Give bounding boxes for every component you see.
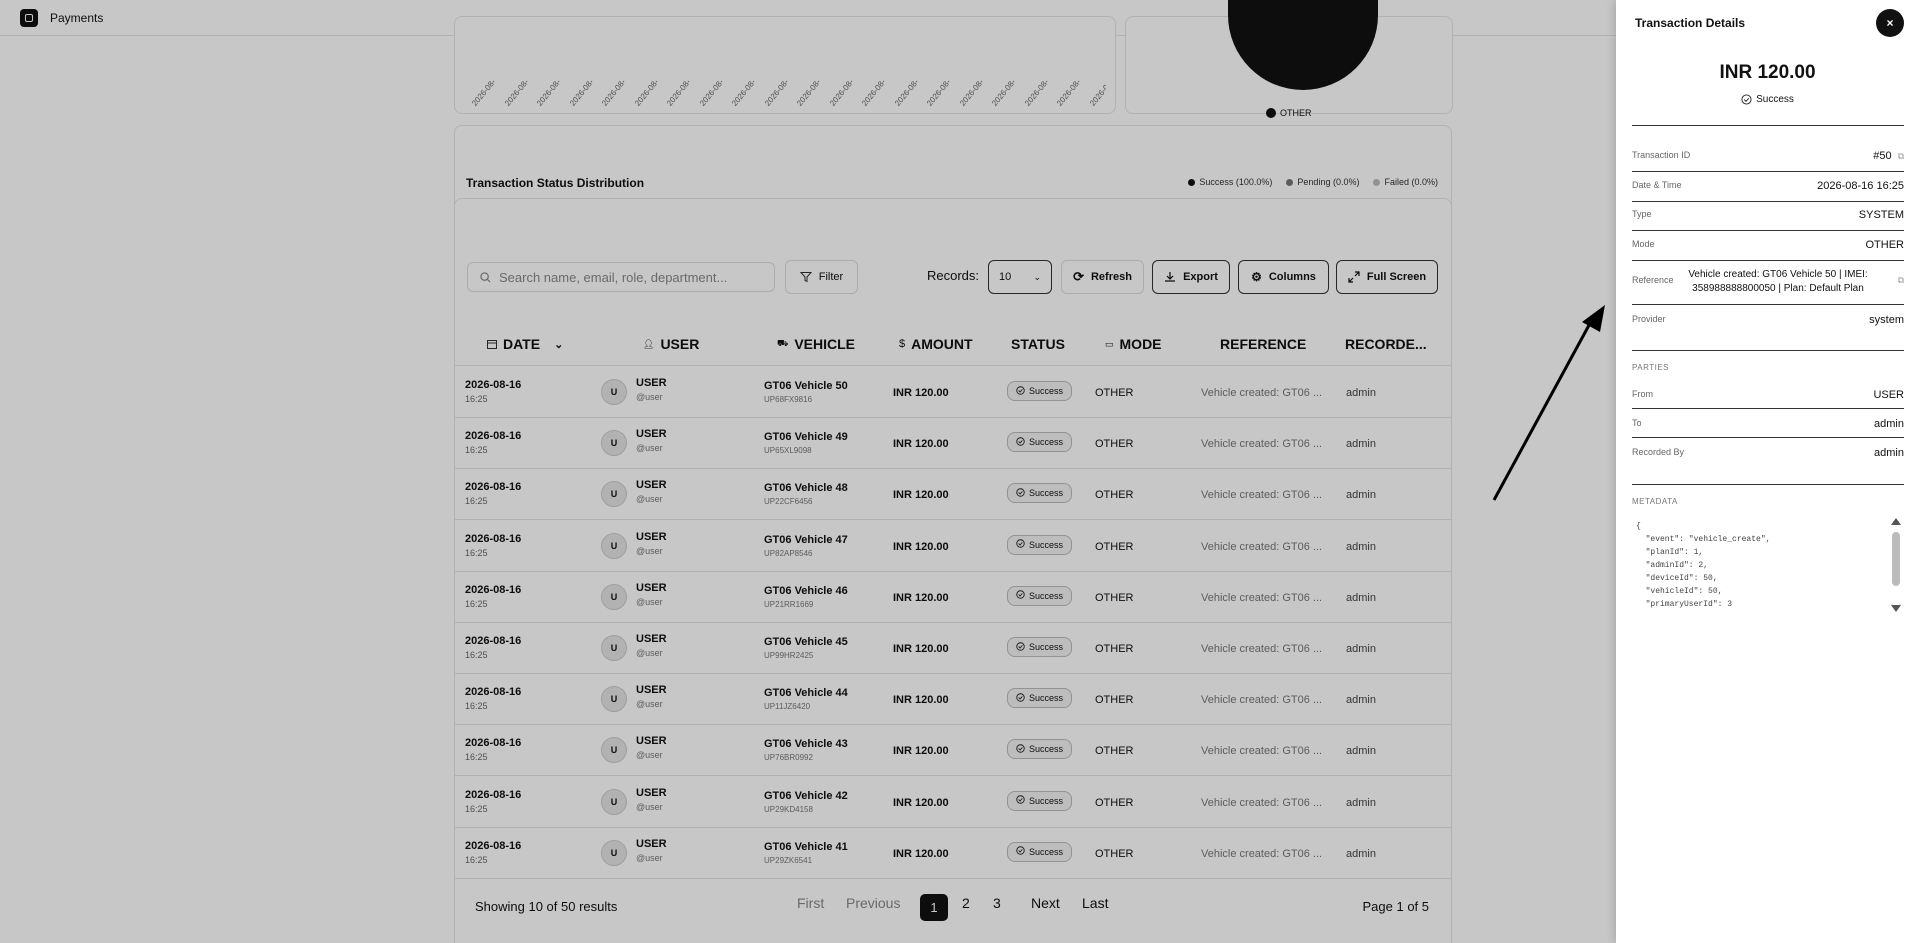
- type-value: SYSTEM: [1858, 209, 1904, 221]
- provider-value: system: [1869, 314, 1904, 326]
- date-time-value: 2026-08-16 16:25: [1817, 180, 1904, 192]
- field-label: Transaction ID: [1632, 150, 1691, 160]
- drawer-amount: INR 120.00: [1719, 62, 1816, 83]
- field-label: Date & Time: [1632, 180, 1682, 190]
- to-value: admin: [1874, 418, 1904, 430]
- annotation-arrow-icon: [1492, 305, 1605, 501]
- transaction-details-drawer: Transaction Details × INR 120.00 Success…: [1616, 0, 1919, 943]
- transaction-id-value: #50: [1873, 150, 1892, 162]
- divider: [1632, 260, 1904, 261]
- divider: [1632, 437, 1904, 438]
- field-reference: Reference Vehicle created: GT06 Vehicle …: [1632, 268, 1904, 304]
- mode-value: OTHER: [1865, 239, 1905, 251]
- copy-icon[interactable]: ⧉: [1898, 151, 1904, 162]
- scroll-up-icon[interactable]: [1891, 518, 1901, 525]
- scroll-down-icon[interactable]: [1891, 605, 1901, 612]
- divider: [1632, 201, 1904, 202]
- close-button[interactable]: ×: [1876, 9, 1904, 37]
- drawer-status-label: Success: [1756, 94, 1794, 105]
- field-label: From: [1632, 389, 1653, 399]
- divider: [1632, 125, 1904, 126]
- close-icon: ×: [1886, 16, 1894, 30]
- divider: [1632, 304, 1904, 305]
- field-label: To: [1632, 418, 1642, 428]
- field-label: Recorded By: [1632, 447, 1685, 457]
- divider: [1632, 484, 1904, 485]
- field-label: Mode: [1632, 239, 1655, 249]
- reference-value: Vehicle created: GT06 Vehicle 50 | IMEI:…: [1688, 269, 1868, 294]
- divider: [1632, 230, 1904, 231]
- field-label: Reference: [1632, 275, 1674, 285]
- divider: [1632, 171, 1904, 172]
- metadata-json[interactable]: { "event": "vehicle_create", "planId": 1…: [1636, 520, 1886, 616]
- parties-section-title: PARTIES: [1632, 363, 1669, 372]
- recorded-by-value: admin: [1874, 447, 1904, 459]
- divider: [1632, 350, 1904, 351]
- metadata-scrollbar[interactable]: [1892, 532, 1900, 586]
- from-value: USER: [1873, 389, 1904, 401]
- copy-icon[interactable]: ⧉: [1898, 275, 1904, 286]
- field-label: Provider: [1632, 314, 1666, 324]
- divider: [1632, 408, 1904, 409]
- metadata-section-title: METADATA: [1632, 497, 1678, 506]
- drawer-status: Success: [1616, 94, 1919, 105]
- field-label: Type: [1632, 209, 1652, 219]
- field-value: #50 ⧉: [1873, 150, 1904, 162]
- drawer-title: Transaction Details: [1635, 16, 1746, 30]
- check-circle-icon: [1741, 94, 1752, 105]
